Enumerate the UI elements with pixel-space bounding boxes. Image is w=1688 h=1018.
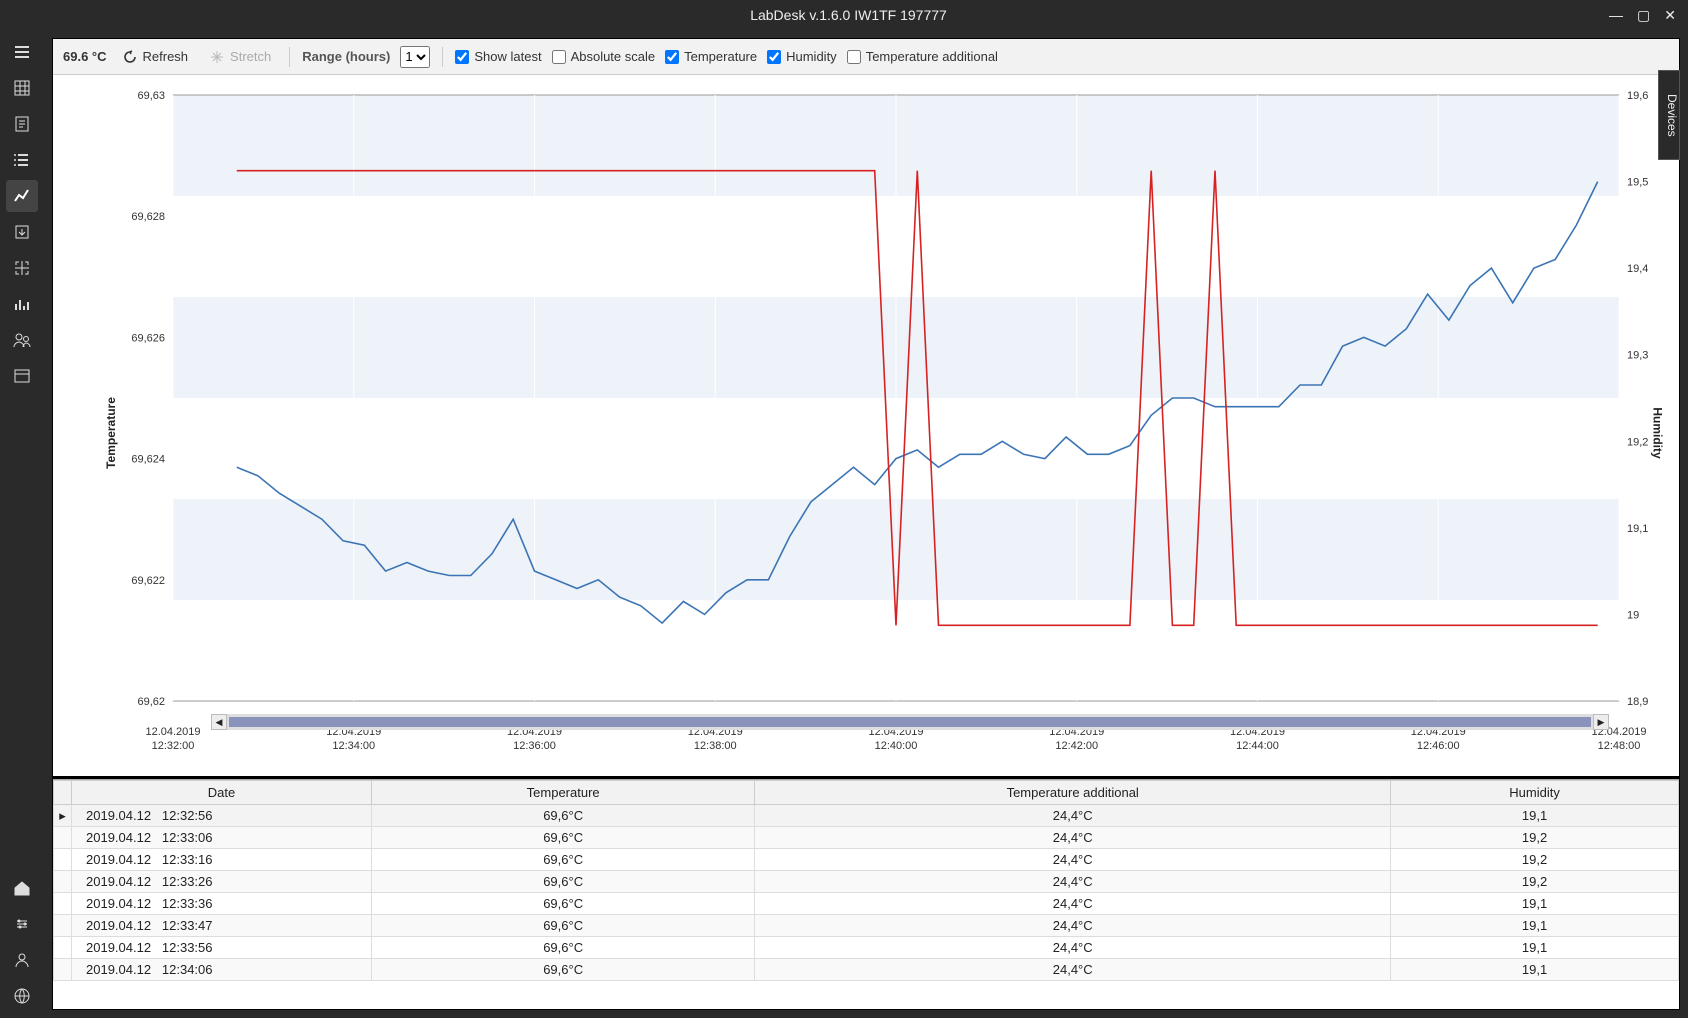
table-row[interactable]: 2019.04.12 12:33:4769,6°C24,4°C19,1: [54, 915, 1679, 937]
stretch-button[interactable]: Stretch: [204, 45, 277, 68]
left-axis-label: Temperature: [104, 397, 118, 469]
svg-text:12:32:00: 12:32:00: [152, 740, 195, 752]
table-row[interactable]: 2019.04.12 12:33:5669,6°C24,4°C19,1: [54, 937, 1679, 959]
svg-text:19,2: 19,2: [1627, 436, 1648, 448]
list-icon[interactable]: [6, 144, 38, 176]
svg-text:19,3: 19,3: [1627, 350, 1648, 362]
svg-text:19,4: 19,4: [1627, 263, 1648, 275]
chart-panel: Temperature Humidity 69,6369,62869,62669…: [53, 75, 1679, 776]
svg-text:19,5: 19,5: [1627, 177, 1648, 189]
svg-text:12:42:00: 12:42:00: [1055, 740, 1098, 752]
svg-text:12:34:00: 12:34:00: [332, 740, 375, 752]
minimize-button[interactable]: —: [1609, 7, 1623, 23]
data-table-panel: DateTemperatureTemperature additionalHum…: [53, 779, 1679, 1009]
grid-icon[interactable]: [6, 72, 38, 104]
stretch-label: Stretch: [230, 49, 271, 64]
column-header[interactable]: Temperature additional: [755, 781, 1391, 805]
svg-text:19: 19: [1627, 609, 1639, 621]
export-icon[interactable]: [6, 216, 38, 248]
devices-panel-tab[interactable]: Devices: [1658, 70, 1680, 160]
table-row[interactable]: 2019.04.12 12:33:3669,6°C24,4°C19,1: [54, 893, 1679, 915]
settings-icon[interactable]: [6, 908, 38, 940]
svg-text:69,622: 69,622: [131, 575, 165, 587]
left-sidebar: [0, 30, 44, 1018]
column-header[interactable]: Humidity: [1391, 781, 1679, 805]
range-select[interactable]: 1: [400, 46, 430, 68]
table-row[interactable]: 2019.04.12 12:34:0669,6°C24,4°C19,1: [54, 959, 1679, 981]
range-label: Range (hours): [302, 49, 390, 64]
current-temperature-badge: 69.6 °C: [63, 49, 107, 64]
show-latest-checkbox[interactable]: Show latest: [455, 49, 541, 64]
title-bar: LabDesk v.1.6.0 IW1TF 197777 — ▢ ✕: [0, 0, 1688, 30]
refresh-button[interactable]: Refresh: [117, 45, 195, 68]
users-icon[interactable]: [6, 324, 38, 356]
globe-icon[interactable]: [6, 980, 38, 1012]
scroll-thumb[interactable]: [229, 717, 1591, 727]
svg-text:12:36:00: 12:36:00: [513, 740, 556, 752]
chart-svg[interactable]: 69,63 69,628 69,626 69,624 69,622 69,62 19,6 19…: [53, 75, 1679, 776]
window-icon[interactable]: [6, 360, 38, 392]
content-pane: 69.6 °C Refresh Stretch Range (hours) 1 …: [52, 38, 1680, 1010]
svg-text:19,1: 19,1: [1627, 523, 1648, 535]
menu-icon[interactable]: [6, 36, 38, 68]
column-header[interactable]: Temperature: [372, 781, 755, 805]
temperature-checkbox[interactable]: Temperature: [665, 49, 757, 64]
svg-text:12:40:00: 12:40:00: [875, 740, 918, 752]
bar-chart-icon[interactable]: [6, 288, 38, 320]
right-axis-label: Humidity: [1650, 407, 1664, 458]
svg-text:69,624: 69,624: [131, 454, 165, 466]
svg-text:69,628: 69,628: [131, 211, 165, 223]
scroll-left-arrow[interactable]: ◀: [211, 714, 227, 730]
svg-text:69,63: 69,63: [137, 90, 165, 102]
svg-text:12:48:00: 12:48:00: [1598, 740, 1641, 752]
svg-text:12:46:00: 12:46:00: [1417, 740, 1460, 752]
absolute-scale-checkbox[interactable]: Absolute scale: [552, 49, 656, 64]
svg-text:12:44:00: 12:44:00: [1236, 740, 1279, 752]
crosshair-icon[interactable]: [6, 252, 38, 284]
table-row[interactable]: 2019.04.12 12:33:1669,6°C24,4°C19,2: [54, 849, 1679, 871]
svg-text:12:38:00: 12:38:00: [694, 740, 737, 752]
chart-scrollbar[interactable]: ◀ ▶: [211, 714, 1609, 730]
app-window: LabDesk v.1.6.0 IW1TF 197777 — ▢ ✕: [0, 0, 1688, 1018]
temperature-additional-checkbox[interactable]: Temperature additional: [847, 49, 998, 64]
maximize-button[interactable]: ▢: [1637, 7, 1650, 24]
svg-text:12.04.2019: 12.04.2019: [145, 726, 200, 738]
window-title: LabDesk v.1.6.0 IW1TF 197777: [88, 7, 1609, 23]
table-row[interactable]: ▸2019.04.12 12:32:5669,6°C24,4°C19,1: [54, 805, 1679, 827]
users-bottom-icon[interactable]: [6, 944, 38, 976]
refresh-label: Refresh: [143, 49, 189, 64]
content-wrap: 69.6 °C Refresh Stretch Range (hours) 1 …: [44, 30, 1688, 1018]
scroll-right-arrow[interactable]: ▶: [1593, 714, 1609, 730]
table-row[interactable]: 2019.04.12 12:33:2669,6°C24,4°C19,2: [54, 871, 1679, 893]
svg-text:18,9: 18,9: [1627, 696, 1648, 708]
column-header[interactable]: Date: [72, 781, 372, 805]
form-icon[interactable]: [6, 108, 38, 140]
humidity-checkbox[interactable]: Humidity: [767, 49, 837, 64]
svg-text:69,626: 69,626: [131, 332, 165, 344]
data-table: DateTemperatureTemperature additionalHum…: [53, 780, 1679, 981]
close-button[interactable]: ✕: [1664, 7, 1676, 24]
toolbar: 69.6 °C Refresh Stretch Range (hours) 1 …: [53, 39, 1679, 75]
chart-icon[interactable]: [6, 180, 38, 212]
svg-text:19,6: 19,6: [1627, 90, 1648, 102]
home-icon[interactable]: [6, 872, 38, 904]
table-row[interactable]: 2019.04.12 12:33:0669,6°C24,4°C19,2: [54, 827, 1679, 849]
svg-text:69,62: 69,62: [137, 696, 165, 708]
